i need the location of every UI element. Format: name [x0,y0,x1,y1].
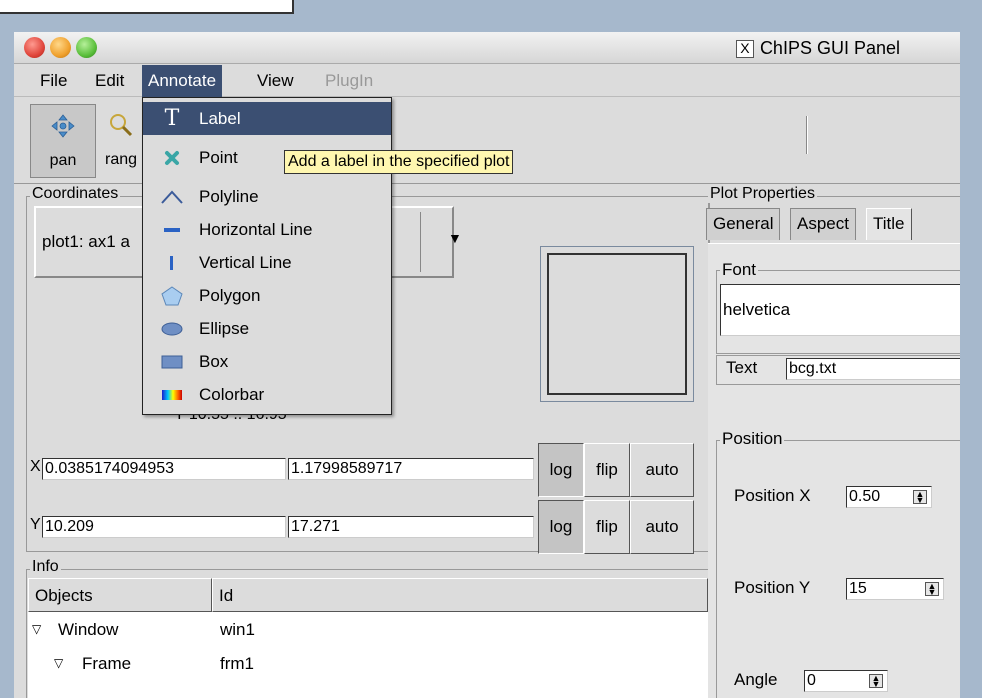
y-auto-button[interactable]: auto [630,500,694,554]
position-group [716,440,960,698]
spin-arrows-icon[interactable]: ▲ ▼ [869,674,883,689]
text-label: Text [726,358,758,377]
range-label: rang [104,151,138,168]
range-tool-button[interactable]: rang [98,104,144,178]
tab-general[interactable]: General [706,208,781,240]
tree-row-frame[interactable]: ▽ Frame frm1 [28,648,708,682]
menu-view[interactable]: View [251,65,300,97]
x-auto-button[interactable]: auto [630,443,694,497]
tree-row-id: frm1 [220,654,254,673]
title-text-input[interactable]: bcg.txt [786,358,960,380]
position-label: Position [720,429,785,449]
title-tab-panel: Font helvetica Text bcg.txt Position Pos… [708,243,960,698]
object-tree[interactable]: Objects Id ▽ Window win1 ▽ Frame frm1 [28,578,708,698]
spin-arrows-icon[interactable]: ▲ ▼ [913,490,927,505]
pan-icon [51,114,75,138]
x-min-input[interactable]: 0.0385174094953 [42,458,286,480]
position-y-label: Position Y [734,578,811,597]
menu-item-ellipse[interactable]: Ellipse [143,312,391,345]
label-tooltip: Add a label in the specified plot [284,150,514,174]
x-flip-button[interactable]: flip [584,443,630,497]
background-window-fragment [0,0,294,14]
position-x-value: 0.50 [849,488,881,505]
menu-file[interactable]: File [34,65,73,97]
plot-properties-label: Plot Properties [708,185,817,203]
box-icon [159,345,185,378]
selector-divider [420,212,450,272]
zoom-window-button[interactable] [76,37,97,58]
x-axis-label: X [30,458,41,475]
vertical-line-icon [159,246,185,279]
angle-value: 0 [807,672,816,689]
toolbar-separator [806,116,808,154]
polygon-icon [159,279,185,312]
x-max-input[interactable]: 1.17998589717 [288,458,534,480]
y-min-input[interactable]: 10.209 [42,516,286,538]
column-header-objects[interactable]: Objects [28,578,212,612]
plot-preview-frame [540,246,694,402]
pan-tool-button[interactable]: pan [30,104,96,178]
point-icon [159,141,185,174]
close-window-button[interactable] [24,37,45,58]
column-header-id[interactable]: Id [212,578,708,612]
magnifier-icon [110,114,133,137]
menu-annotate[interactable]: Annotate [142,65,223,97]
y-max-input[interactable]: 17.271 [288,516,534,538]
chevron-down-icon[interactable]: ▼ [448,230,462,246]
properties-tab-bar: General Aspect Title [706,208,960,244]
polyline-icon [159,180,185,213]
position-y-spinbox[interactable]: 15 ▲ ▼ [846,578,944,600]
menu-item-colorbar[interactable]: Colorbar [143,378,391,411]
info-group-label: Info [30,558,61,576]
font-label: Font [720,260,759,280]
tab-title[interactable]: Title [866,208,912,240]
colorbar-icon [159,378,185,411]
tree-row-window[interactable]: ▽ Window win1 [28,614,708,648]
font-input[interactable]: helvetica [720,284,960,336]
x-log-button[interactable]: log [538,443,584,497]
spin-arrows-icon[interactable]: ▲ ▼ [925,582,939,597]
horizontal-line-icon [159,213,185,246]
expand-triangle-icon[interactable]: ▽ [54,656,63,670]
ellipse-icon [159,312,185,345]
menu-item-vertical-line[interactable]: Vertical Line [143,246,391,279]
tree-row-id: win1 [220,620,255,639]
position-y-value: 15 [849,580,867,597]
x11-icon: X [735,40,754,58]
menu-item-polyline[interactable]: Polyline [143,180,391,213]
menu-edit[interactable]: Edit [89,65,130,97]
menu-plugin[interactable]: PlugIn [319,65,379,97]
angle-label: Angle [734,670,778,689]
menu-item-box[interactable]: Box [143,345,391,378]
minimize-window-button[interactable] [50,37,71,58]
tab-aspect[interactable]: Aspect [790,208,856,240]
title-bar[interactable]: X ChIPS GUI Panel [14,32,960,64]
expand-triangle-icon[interactable]: ▽ [32,622,41,636]
position-x-label: Position X [734,486,811,505]
menu-item-polygon[interactable]: Polygon [143,279,391,312]
position-x-spinbox[interactable]: 0.50 ▲ ▼ [846,486,932,508]
y-axis-label: Y [30,516,41,533]
menu-item-label[interactable]: T Label [143,102,391,135]
plot-preview-box [547,253,687,395]
angle-spinbox[interactable]: 0 ▲ ▼ [804,670,888,692]
pan-label: pan [49,152,77,169]
coordinates-group-label: Coordinates [30,185,121,203]
label-T-icon: T [164,106,180,131]
tree-row-name: Window [58,620,119,639]
menu-bar: File Edit Annotate View PlugIn [14,65,960,97]
y-flip-button[interactable]: flip [584,500,630,554]
menu-item-horizontal-line[interactable]: Horizontal Line [143,213,391,246]
y-log-button[interactable]: log [538,500,584,554]
tree-row-name: Frame [82,654,132,673]
plot-axis-selector-value: plot1: ax1 a [42,232,130,251]
annotate-dropdown-menu: T Label Point Polyline Horizontal Line V… [142,97,392,415]
window-title: X ChIPS GUI Panel [735,38,900,59]
